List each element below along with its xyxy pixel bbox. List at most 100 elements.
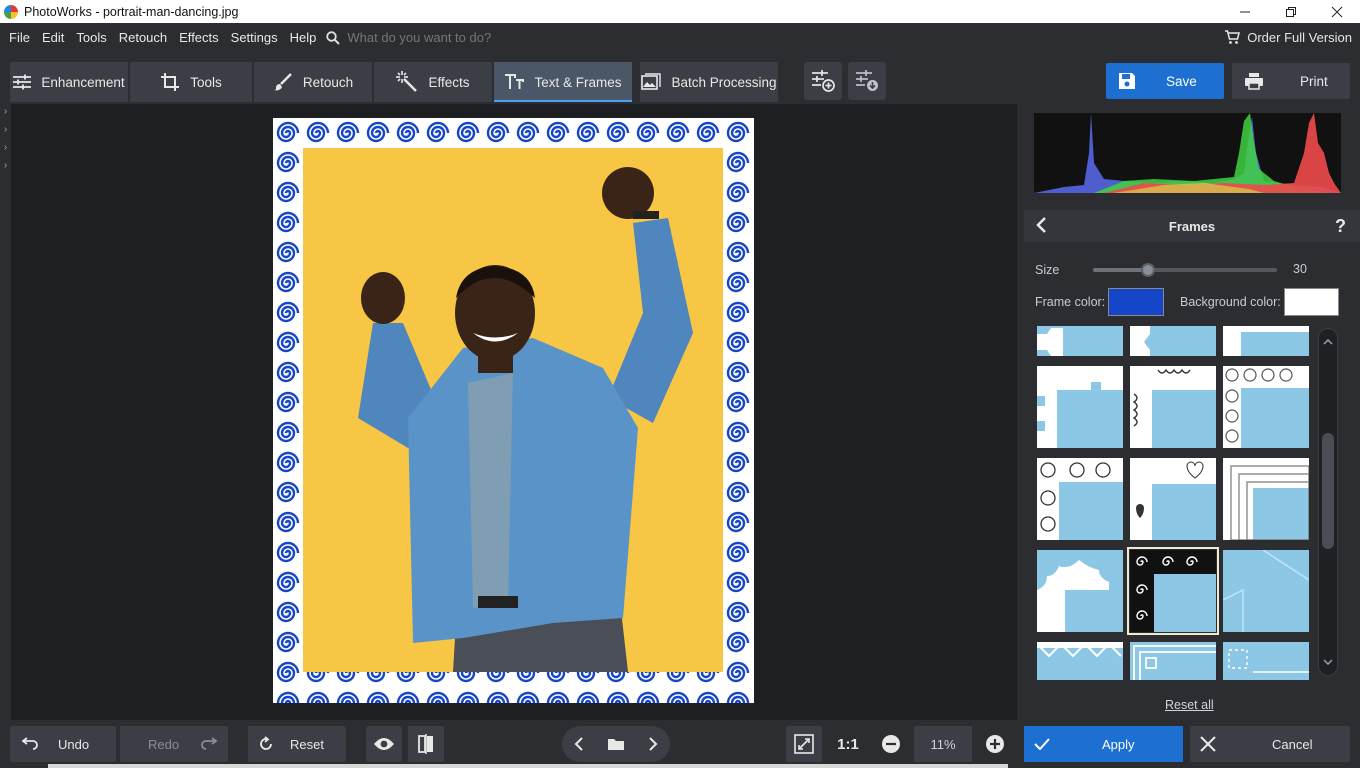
zoom-ratio-label: 1:1 xyxy=(837,735,859,753)
frame-thumbnail[interactable] xyxy=(1130,326,1216,356)
menu-help[interactable]: Help xyxy=(284,30,323,45)
undo-button[interactable]: Undo xyxy=(10,726,116,762)
compare-button[interactable] xyxy=(408,726,444,762)
image-canvas[interactable] xyxy=(11,104,1017,720)
order-full-version-link[interactable]: Order Full Version xyxy=(1224,23,1352,52)
menu-edit[interactable]: Edit xyxy=(36,30,70,45)
cancel-button[interactable]: Cancel xyxy=(1190,726,1350,762)
size-label: Size xyxy=(1035,263,1060,277)
save-button[interactable]: Save xyxy=(1106,63,1224,99)
apply-button[interactable]: Apply xyxy=(1024,726,1183,762)
close-x-icon xyxy=(1200,736,1216,752)
frame-thumbnail[interactable] xyxy=(1037,458,1123,540)
text-icon xyxy=(505,74,525,89)
frame-thumbnail[interactable] xyxy=(1130,458,1216,540)
gallery-scrollbar[interactable] xyxy=(1318,328,1338,676)
add-adjustment-button[interactable] xyxy=(804,62,842,100)
tab-tools[interactable]: Tools xyxy=(130,62,252,102)
zoom-actual-size-button[interactable]: 1:1 xyxy=(830,726,866,762)
help-icon[interactable]: ? xyxy=(1335,216,1346,237)
scroll-up-icon[interactable] xyxy=(1323,339,1333,345)
search-box[interactable] xyxy=(326,30,608,45)
brush-icon xyxy=(273,73,292,91)
next-arrow-icon[interactable] xyxy=(648,737,658,751)
size-value: 30 xyxy=(1293,262,1307,276)
zoom-level-field[interactable]: 11% xyxy=(914,726,972,762)
compare-icon xyxy=(418,734,433,754)
minimize-icon[interactable] xyxy=(1222,0,1268,23)
reset-all-link[interactable]: Reset all xyxy=(1165,698,1214,712)
frame-thumbnail-selected[interactable] xyxy=(1127,547,1219,635)
floppy-disk-icon xyxy=(1119,73,1135,89)
photo-with-frame xyxy=(273,118,754,703)
reset-button[interactable]: Reset xyxy=(248,726,346,762)
undo-label: Undo xyxy=(58,736,90,752)
frames-panel-header: Frames ? xyxy=(1024,210,1360,242)
status-strip xyxy=(48,764,1008,768)
tab-label: Tools xyxy=(190,74,222,90)
frame-color-swatch[interactable] xyxy=(1108,288,1164,316)
tab-enhancement[interactable]: Enhancement xyxy=(10,62,128,102)
zoom-out-button[interactable] xyxy=(874,726,908,762)
background-color-swatch[interactable] xyxy=(1284,288,1339,316)
tab-effects[interactable]: Effects xyxy=(374,62,492,102)
eye-icon xyxy=(374,738,394,750)
tab-batch-processing[interactable]: Batch Processing xyxy=(640,62,778,102)
frame-thumbnail[interactable] xyxy=(1223,550,1309,632)
sliders-icon xyxy=(13,74,32,90)
import-adjustment-button[interactable] xyxy=(848,62,886,100)
frame-thumbnail[interactable] xyxy=(1037,642,1123,680)
reset-icon xyxy=(260,736,272,750)
frame-thumbnail[interactable] xyxy=(1223,366,1309,448)
navigation-group xyxy=(562,726,670,762)
preview-button[interactable] xyxy=(366,726,402,762)
maximize-icon[interactable] xyxy=(1268,0,1314,23)
search-input[interactable] xyxy=(347,30,608,45)
print-button[interactable]: Print xyxy=(1232,63,1350,99)
frame-thumbnail[interactable] xyxy=(1037,326,1123,356)
frame-thumbnail[interactable] xyxy=(1037,550,1123,632)
back-arrow-icon[interactable] xyxy=(1034,215,1048,238)
fullscreen-icon xyxy=(794,734,814,754)
frame-thumbnail[interactable] xyxy=(1223,642,1309,680)
frame-thumbnail[interactable] xyxy=(1223,326,1309,356)
zoom-in-icon xyxy=(986,735,1004,753)
folder-icon[interactable] xyxy=(607,737,625,751)
zoom-in-button[interactable] xyxy=(978,726,1012,762)
previous-arrow-icon[interactable] xyxy=(574,737,584,751)
size-slider[interactable] xyxy=(1093,263,1277,277)
download-settings-icon xyxy=(856,70,878,91)
expand-arrow-icon[interactable]: › xyxy=(0,142,11,160)
color-controls: Frame color: Background color: xyxy=(1035,288,1355,316)
redo-button[interactable]: Redo xyxy=(120,726,228,762)
menu-file[interactable]: File xyxy=(3,30,36,45)
tab-text-and-frames[interactable]: Text & Frames xyxy=(494,62,632,102)
tab-label: Text & Frames xyxy=(534,74,622,90)
panel-title: Frames xyxy=(1168,218,1216,234)
close-icon[interactable] xyxy=(1314,0,1360,23)
histogram xyxy=(1034,113,1341,193)
frame-thumbnail[interactable] xyxy=(1130,642,1216,680)
scroll-down-icon[interactable] xyxy=(1323,659,1333,665)
frame-thumbnail[interactable] xyxy=(1130,366,1216,448)
order-label: Order Full Version xyxy=(1247,30,1352,45)
expand-arrow-icon[interactable]: › xyxy=(0,106,11,124)
save-label: Save xyxy=(1166,73,1197,89)
menu-tools[interactable]: Tools xyxy=(70,30,112,45)
printer-icon xyxy=(1245,73,1263,90)
expand-arrow-icon[interactable]: › xyxy=(0,160,11,178)
fit-to-screen-button[interactable] xyxy=(786,726,822,762)
menu-effects[interactable]: Effects xyxy=(173,30,225,45)
main-toolbar: Enhancement Tools Retouch Effects Text &… xyxy=(0,52,1360,104)
magic-wand-icon xyxy=(396,71,418,92)
tab-label: Enhancement xyxy=(41,74,125,90)
size-slider-handle[interactable] xyxy=(1141,263,1156,277)
menu-settings[interactable]: Settings xyxy=(225,30,284,45)
window-title: PhotoWorks - portrait-man-dancing.jpg xyxy=(24,4,239,19)
frame-thumbnail[interactable] xyxy=(1037,366,1123,448)
menu-retouch[interactable]: Retouch xyxy=(113,30,173,45)
tab-retouch[interactable]: Retouch xyxy=(254,62,372,102)
expand-arrow-icon[interactable]: › xyxy=(0,124,11,142)
scrollbar-thumb[interactable] xyxy=(1322,433,1334,549)
frame-thumbnail[interactable] xyxy=(1223,458,1309,540)
